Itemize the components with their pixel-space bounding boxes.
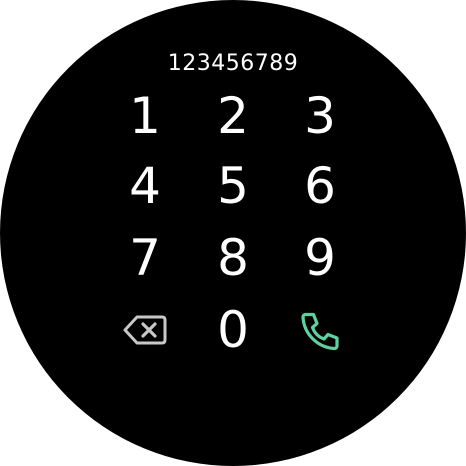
key-1[interactable]: 1 [110,85,180,147]
key-2[interactable]: 2 [198,85,268,147]
phone-icon [301,312,339,351]
key-1-label: 1 [129,87,161,145]
dialed-number: 123456789 [167,51,299,76]
key-9[interactable]: 9 [285,227,355,289]
key-2-label: 2 [217,87,249,145]
backspace-icon [123,315,167,345]
key-8[interactable]: 8 [198,227,268,289]
key-8-label: 8 [217,229,249,287]
key-9-label: 9 [304,229,336,287]
watch-screen: 123456789 1 2 3 4 5 6 7 8 9 0 [0,0,466,466]
key-5[interactable]: 5 [198,155,268,217]
key-4-label: 4 [129,157,161,215]
key-0[interactable]: 0 [198,299,268,361]
backspace-button[interactable] [110,299,180,361]
call-button[interactable] [285,299,355,361]
key-0-label: 0 [217,301,249,359]
key-6[interactable]: 6 [285,155,355,217]
key-5-label: 5 [217,157,249,215]
key-7-label: 7 [129,229,161,287]
key-3[interactable]: 3 [285,85,355,147]
key-6-label: 6 [304,157,336,215]
key-7[interactable]: 7 [110,227,180,289]
key-3-label: 3 [304,87,336,145]
key-4[interactable]: 4 [110,155,180,217]
